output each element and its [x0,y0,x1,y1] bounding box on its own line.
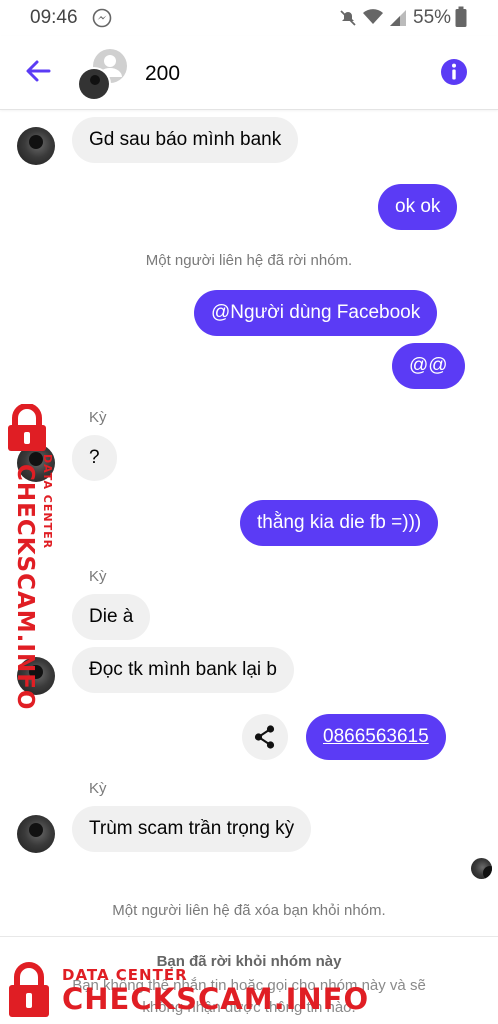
message-text: @@ [409,355,448,376]
watermark-bottom: DATA CENTER CHECKSCAM.INFO [4,960,368,1022]
info-icon[interactable] [440,58,468,86]
sender-avatar[interactable] [17,815,55,853]
sender-avatar[interactable] [17,127,55,165]
conversation-title: 200 [145,62,181,85]
group-avatar[interactable] [76,46,132,102]
message-bubble-incoming[interactable]: ? [72,435,117,481]
phone-number-link[interactable]: 0866563615 [323,726,429,747]
padlock-icon [8,404,46,451]
status-bar: 09:46 55% [0,0,498,36]
read-receipt-avatar [471,858,492,879]
message-text: Gd sau báo mình bank [89,129,282,150]
sender-name: Kỳ [89,568,107,585]
share-icon [254,725,275,749]
message-bubble-incoming[interactable]: Die à [72,594,151,640]
message-bubble-outgoing[interactable]: @@ [392,343,465,389]
watermark-side-small: DATA CENTER [41,454,54,550]
message-bubble-incoming[interactable]: Trùm scam trần trọng kỳ [72,806,312,852]
wifi-icon [362,7,384,32]
message-text: Trùm scam trần trọng kỳ [89,818,295,839]
conversation-header: 200 [0,36,498,110]
signal-icon [388,8,408,33]
message-text: Đọc tk mình bank lại b [89,659,277,680]
battery-percent: 55% [413,7,452,28]
message-bubble-outgoing[interactable]: @Người dùng Facebook [194,290,438,336]
padlock-icon [9,962,49,1017]
message-bubble-outgoing[interactable]: ok ok [378,184,458,230]
back-arrow-icon[interactable] [22,54,56,88]
message-text: thằng kia die fb =))) [257,512,422,533]
message-bubble-incoming[interactable]: Đọc tk mình bank lại b [72,647,294,693]
message-text: ? [89,447,100,468]
message-bubble-incoming[interactable]: Gd sau báo mình bank [72,117,299,163]
system-notice: Một người liên hệ đã rời nhóm. [145,252,353,269]
share-button[interactable] [242,714,288,760]
sender-name: Kỳ [89,780,107,797]
system-notice: Một người liên hệ đã xóa bạn khỏi nhóm. [112,902,386,919]
message-text: @Người dùng Facebook [211,302,421,323]
mute-icon [338,8,358,33]
status-time: 09:46 [30,7,78,28]
sender-name: Kỳ [89,409,107,426]
message-bubble-outgoing[interactable]: thằng kia die fb =))) [240,500,439,546]
battery-icon [455,6,467,33]
message-text: Die à [89,606,134,627]
watermark-bottom-big: CHECKSCAM.INFO [62,982,370,1016]
watermark-side-big: CHECKSCAM.INFO [12,464,38,711]
watermark-side: DATA CENTER CHECKSCAM.INFO [2,404,58,710]
message-text: ok ok [395,196,441,217]
phone-number-message[interactable]: 0866563615 [306,714,446,760]
messenger-icon [92,8,112,33]
